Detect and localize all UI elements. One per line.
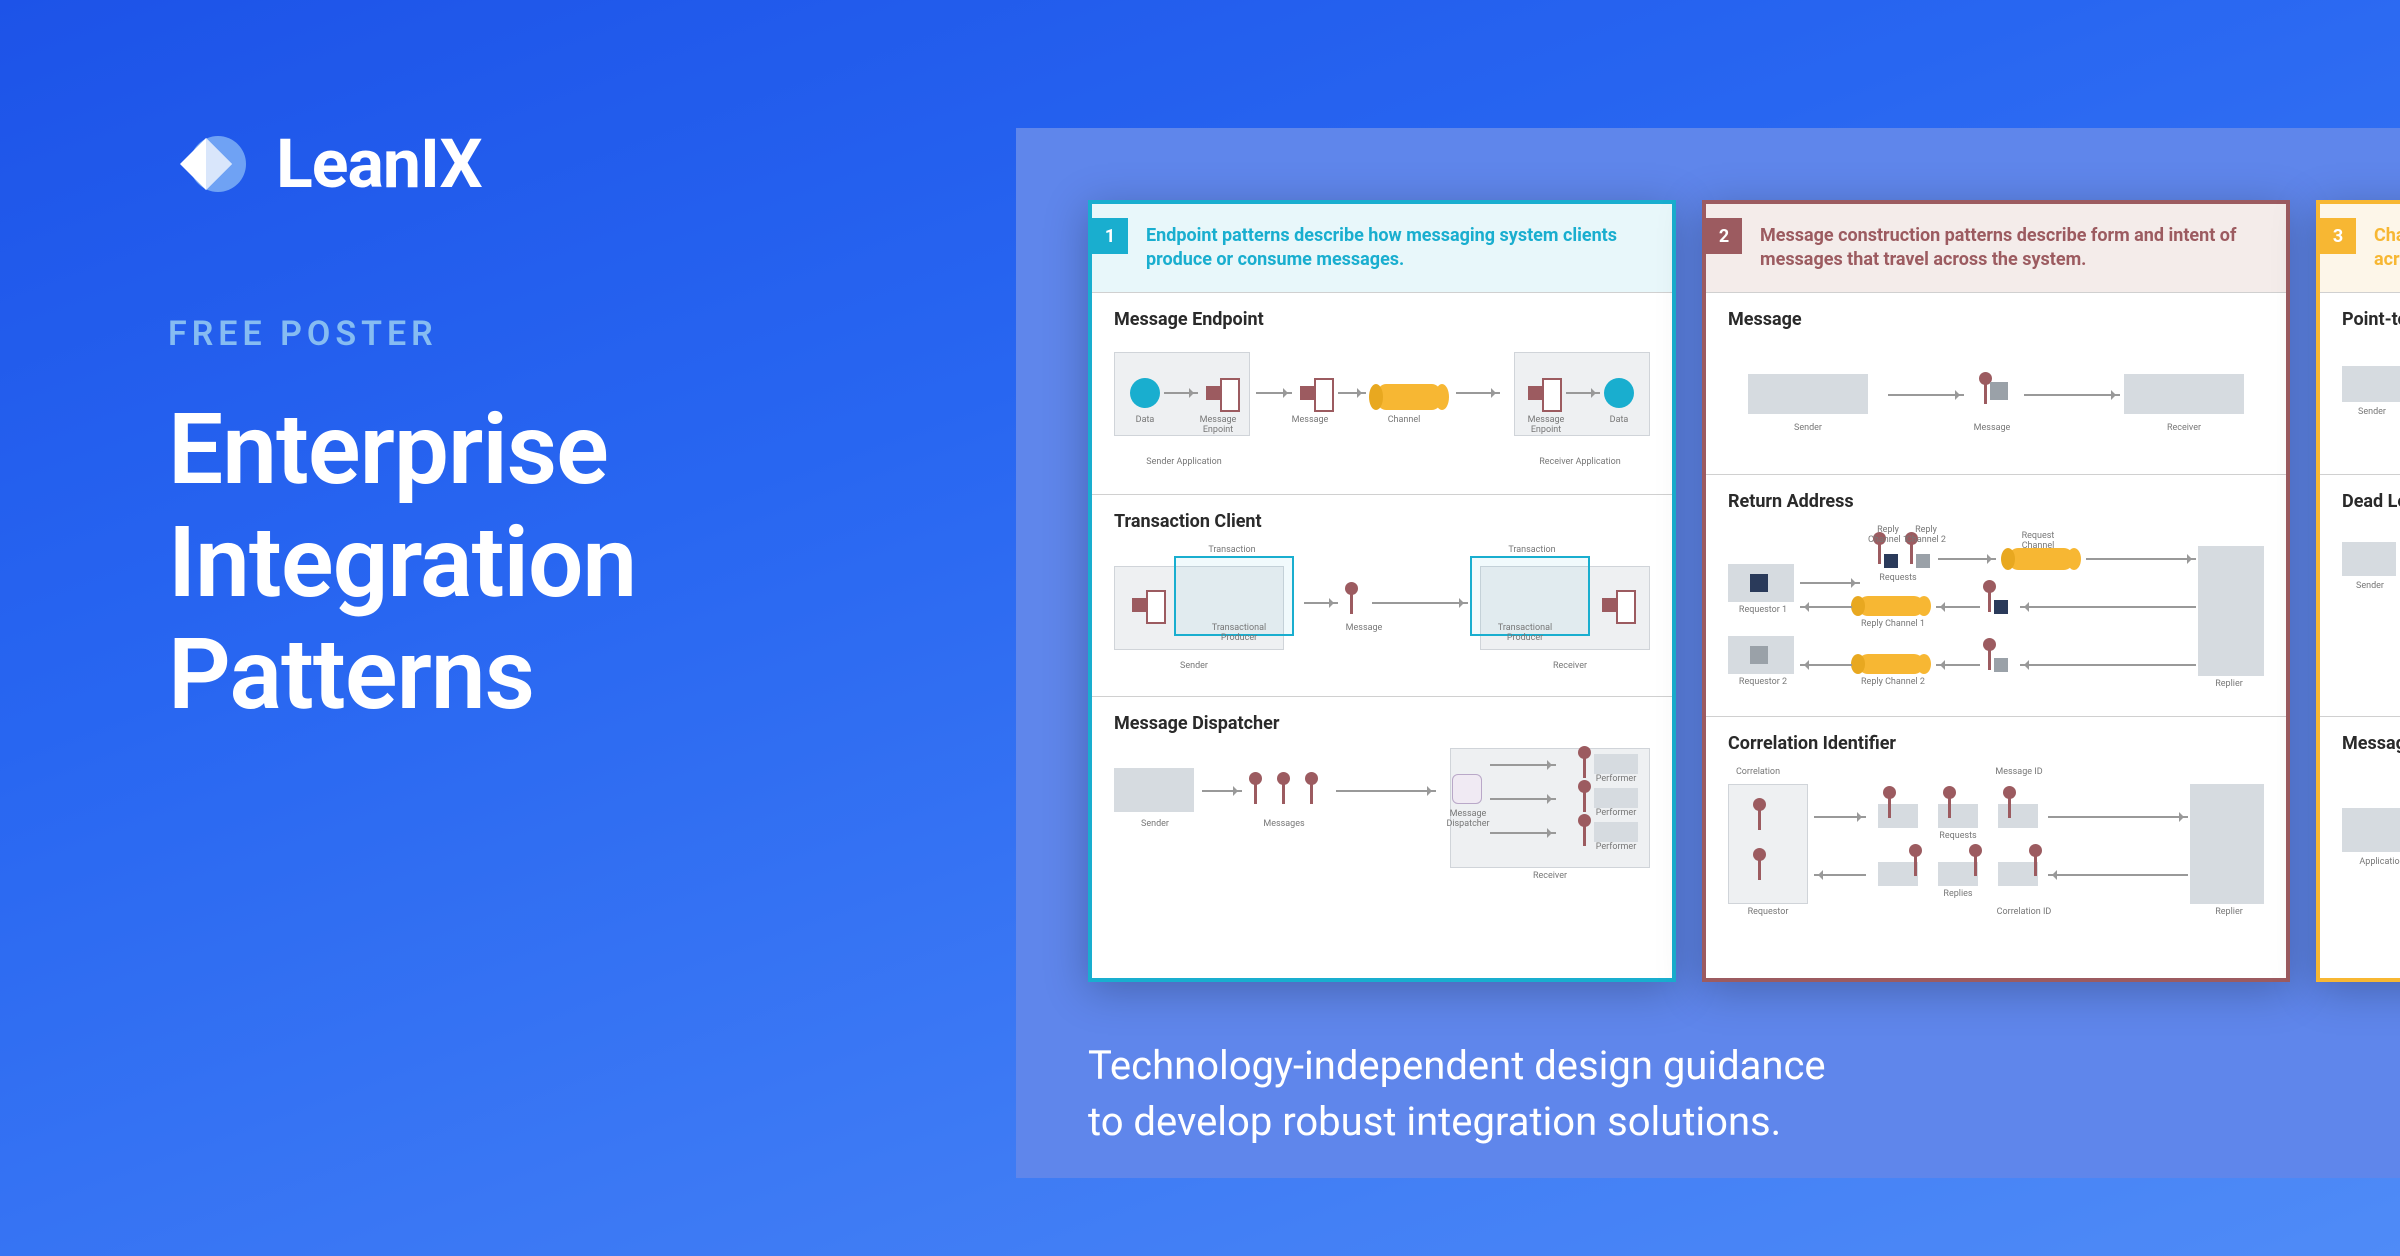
card-1-header: 1 Endpoint patterns describe how messagi…	[1092, 204, 1672, 292]
section-title: Return Address	[1728, 491, 2264, 512]
brand-name: LeanIX	[276, 124, 482, 204]
card-1-head-text: Endpoint patterns describe how messaging…	[1146, 218, 1650, 273]
card-1-section-2: Transaction Client Transaction Transacti…	[1092, 494, 1672, 696]
poster-card-1: 1 Endpoint patterns describe how messagi…	[1088, 200, 1676, 982]
diagram-message-endpoint: Data Message Enpoint Message Channel Mes…	[1114, 344, 1650, 484]
title-line-3: Patterns	[168, 619, 888, 732]
tagline-line-1: Technology-independent design guidance	[1088, 1038, 1826, 1094]
card-2-section-3: Correlation Identifier	[1706, 716, 2286, 948]
card-1-section-3: Message Dispatcher	[1092, 696, 1672, 898]
diagram-dead-letter: ✕ Sender Message Channel Delivery Fails …	[2342, 526, 2400, 706]
card-3-section-3: Message Bus Application Message Bus Appl	[2320, 716, 2400, 938]
card-1-number: 1	[1092, 218, 1128, 254]
card-2-number: 2	[1706, 218, 1742, 254]
tagline-line-2: to develop robust integration solutions.	[1088, 1094, 1826, 1150]
card-2-section-1: Message Sender Message Receiver	[1706, 292, 2286, 474]
section-title: Message Bus	[2342, 733, 2400, 754]
tagline: Technology-independent design guidance t…	[1088, 1038, 1826, 1150]
section-title: Correlation Identifier	[1728, 733, 2264, 754]
title-line-2: Integration	[168, 507, 888, 620]
eyebrow: FREE POSTER	[168, 314, 888, 354]
card-2-header: 2 Message construction patterns describe…	[1706, 204, 2286, 292]
hero-title: Enterprise Integration Patterns	[168, 394, 888, 732]
diagram-transaction-client: Transaction Transaction Transactional Pr…	[1114, 546, 1650, 686]
diagram-return-address: Reply Channel 1 Reply Channel 2 Request …	[1728, 526, 2264, 706]
logo: LeanIX	[168, 124, 888, 204]
card-1-section-1: Message Endpoint Data Messag	[1092, 292, 1672, 494]
poster-cards-row: 1 Endpoint patterns describe how messagi…	[1088, 200, 2400, 982]
card-3-header: 3 Channel patterns describe how messages…	[2320, 204, 2400, 292]
section-title: Message Endpoint	[1114, 309, 1650, 330]
diagram-message: Sender Message Receiver	[1728, 344, 2264, 464]
section-title: Message	[1728, 309, 2264, 330]
section-title: Dead Letter Channel	[2342, 491, 2400, 512]
title-line-1: Enterprise	[168, 394, 888, 507]
card-3-section-2: Dead Letter Channel ✕ Sender	[2320, 474, 2400, 716]
card-3-number: 3	[2320, 218, 2356, 254]
hero-left: LeanIX FREE POSTER Enterprise Integratio…	[168, 124, 888, 732]
poster-card-2: 2 Message construction patterns describe…	[1702, 200, 2290, 982]
card-2-head-text: Message construction patterns describe f…	[1760, 218, 2264, 273]
section-title: Point-to-Point Channel	[2342, 309, 2400, 330]
diagram-correlation-identifier: Correlation Message ID Requests Replies …	[1728, 768, 2264, 938]
card-2-section-2: Return Address	[1706, 474, 2286, 716]
card-3-head-text: Channel patterns describe how messages a…	[2374, 218, 2400, 273]
poster-preview-panel: 1 Endpoint patterns describe how messagi…	[1016, 128, 2400, 1178]
card-3-section-1: Point-to-Point Channel Sender Order #1 O	[2320, 292, 2400, 474]
section-title: Message Dispatcher	[1114, 713, 1650, 734]
diagram-p2p-channel: Sender Order #1 Order #2 Order #3 Point-…	[2342, 344, 2400, 464]
leanix-logo-icon	[168, 124, 248, 204]
diagram-message-dispatcher: Sender Messages Message Dispatcher Perfo…	[1114, 748, 1650, 888]
poster-card-3: 3 Channel patterns describe how messages…	[2316, 200, 2400, 982]
section-title: Transaction Client	[1114, 511, 1650, 532]
diagram-message-bus: Application Message Bus Application Appl…	[2342, 768, 2400, 928]
